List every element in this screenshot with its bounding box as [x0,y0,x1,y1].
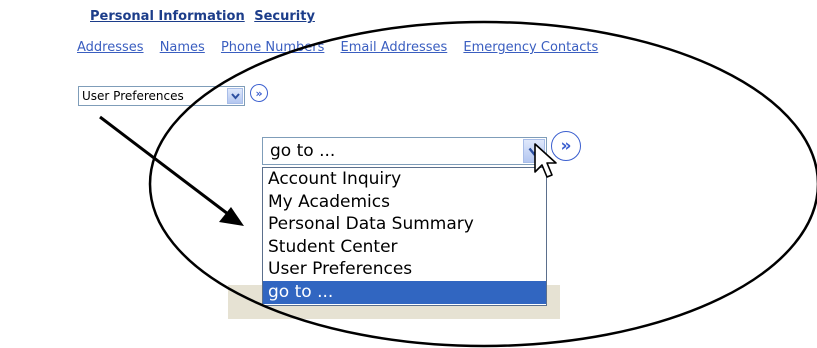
goto-options-list: Account Inquiry My Academics Personal Da… [262,167,547,306]
goto-select[interactable]: go to ... [262,137,547,165]
page-select[interactable]: User Preferences [78,86,245,106]
security-link[interactable]: Security [254,9,315,24]
personal-information-link[interactable]: Personal Information [90,9,245,24]
option-personal-data-summary[interactable]: Personal Data Summary [263,213,546,236]
chevron-down-icon[interactable] [227,88,243,104]
option-user-preferences[interactable]: User Preferences [263,258,546,281]
goto-select-value: go to ... [270,141,336,161]
emergency-contacts-link[interactable]: Emergency Contacts [463,40,598,55]
mouse-pointer-icon [534,143,557,178]
option-student-center[interactable]: Student Center [263,236,546,259]
double-chevron-right-icon: » [560,135,572,156]
double-chevron-right-icon: » [255,86,263,100]
primary-nav: Personal Information Security [90,9,320,24]
arrow-icon [99,115,229,216]
go-button-small[interactable]: » [250,84,268,102]
email-addresses-link[interactable]: Email Addresses [341,40,448,55]
option-account-inquiry[interactable]: Account Inquiry [263,168,546,191]
option-go-to[interactable]: go to ... [263,280,546,304]
page-select-value: User Preferences [82,89,184,103]
arrow-head [219,207,244,226]
option-my-academics[interactable]: My Academics [263,191,546,214]
secondary-nav: Addresses Names Phone Numbers Email Addr… [77,40,610,55]
names-link[interactable]: Names [160,40,205,55]
addresses-link[interactable]: Addresses [77,40,144,55]
phone-numbers-link[interactable]: Phone Numbers [221,40,324,55]
